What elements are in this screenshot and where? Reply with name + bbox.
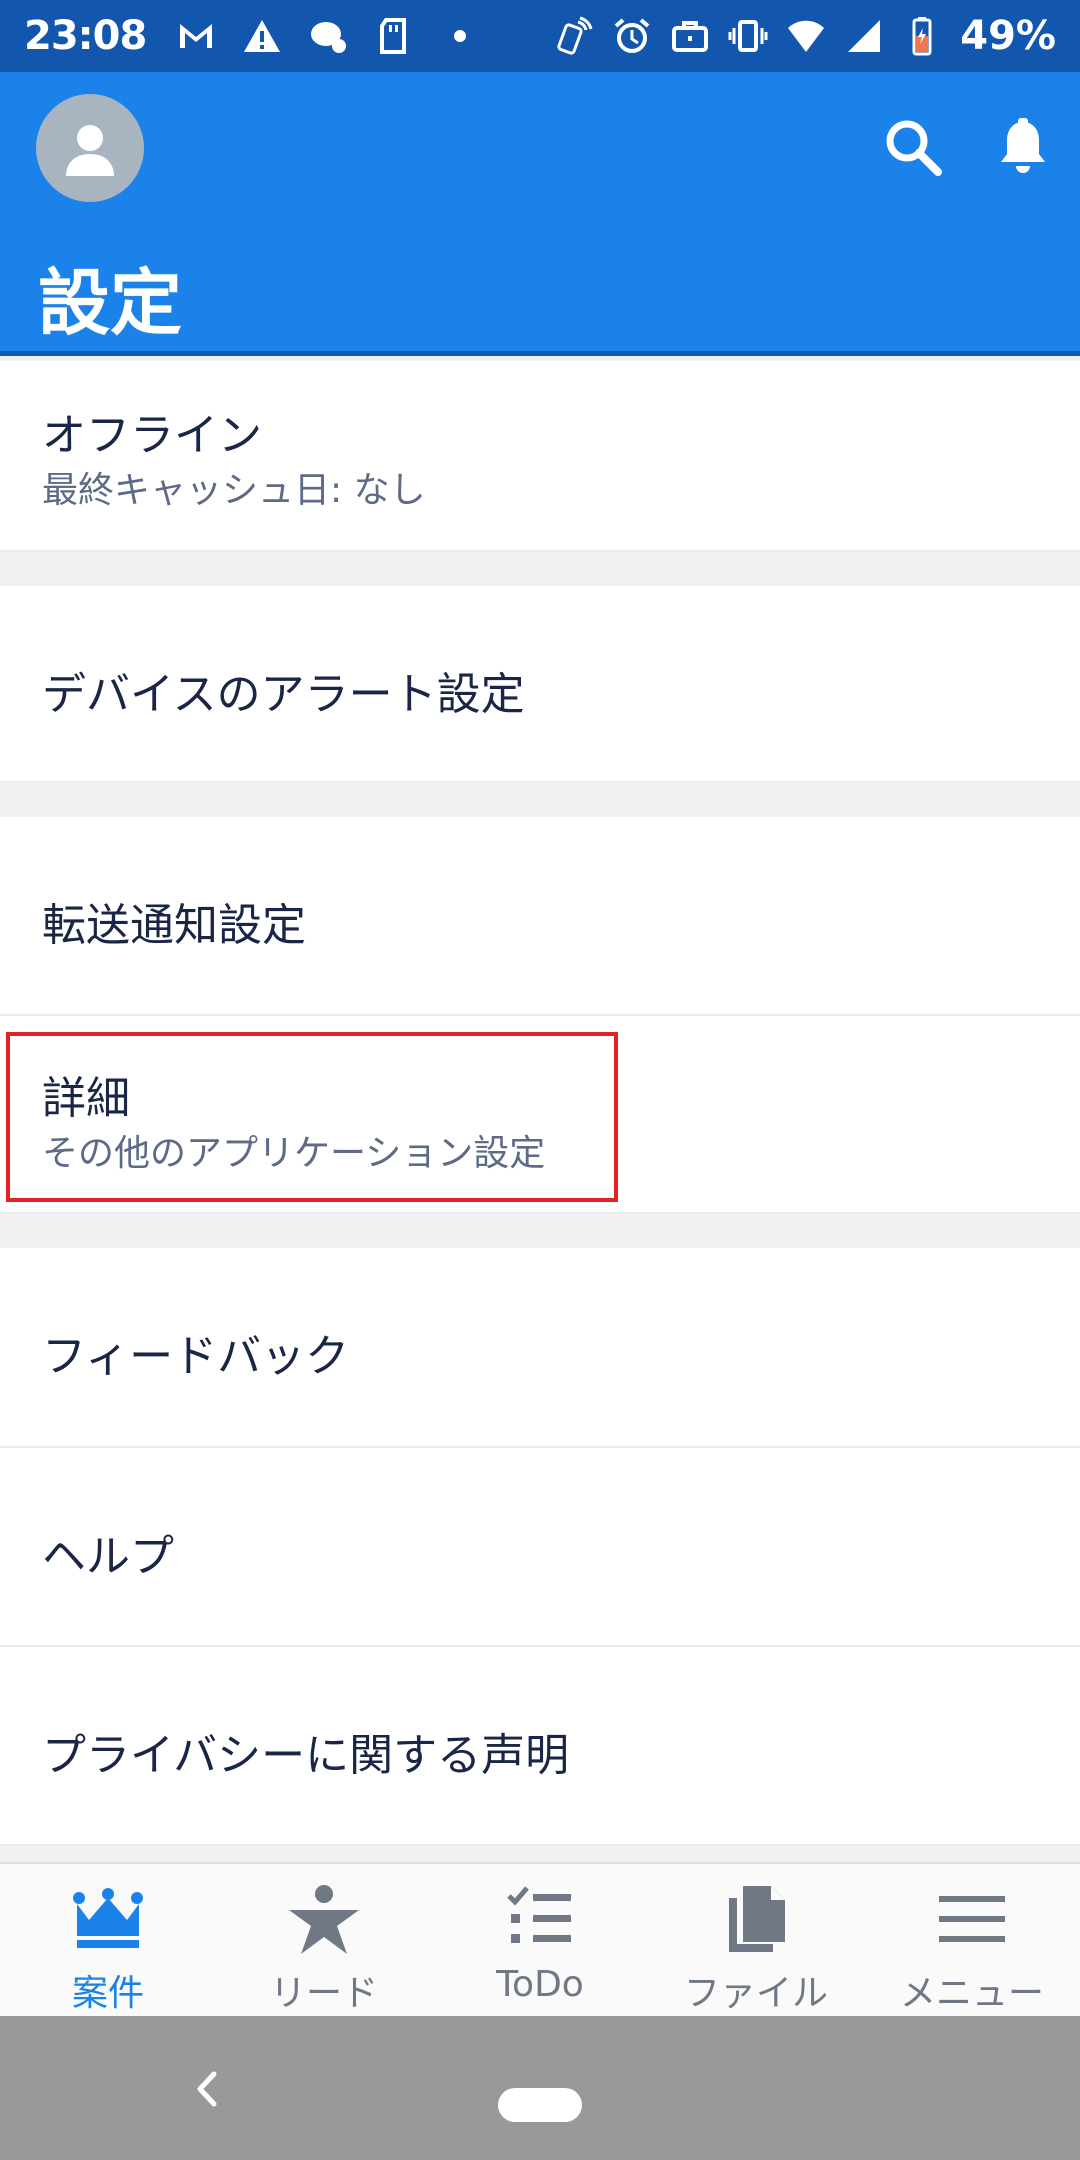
- nav-item-todo[interactable]: ToDo: [432, 1864, 648, 2016]
- setting-help[interactable]: ヘルプ: [0, 1448, 1080, 1647]
- star-person-icon: [287, 1882, 361, 1960]
- dot-icon: [440, 16, 480, 56]
- bottom-nav: 案件 リード ToDo ファイル メニュー: [0, 1862, 1080, 2016]
- search-button[interactable]: [878, 112, 948, 182]
- setting-help-title: ヘルプ: [42, 1531, 174, 1582]
- bell-icon: [1001, 118, 1045, 173]
- files-icon: [719, 1882, 793, 1960]
- search-icon: [886, 120, 942, 176]
- hamburger-icon: [935, 1882, 1009, 1960]
- nav-item-menu[interactable]: メニュー: [864, 1864, 1080, 2016]
- setting-privacy-title: プライバシーに関する声明: [42, 1730, 570, 1781]
- home-button[interactable]: [498, 2088, 582, 2122]
- wifi-icon: [786, 16, 826, 56]
- nav-item-opportunities[interactable]: 案件: [0, 1864, 216, 2016]
- signal-icon: [844, 16, 884, 56]
- setting-device-alert[interactable]: デバイスのアラート設定: [0, 586, 1080, 783]
- setting-offline-subtitle: 最終キャッシュ日: なし: [42, 470, 426, 511]
- alarm-icon: [612, 16, 652, 56]
- setting-feedback[interactable]: フィードバック: [0, 1248, 1080, 1448]
- nav-label: ToDo: [496, 1964, 584, 2005]
- page-title: 設定: [38, 261, 183, 345]
- section-divider: [0, 783, 1080, 817]
- nav-label: ファイル: [683, 1973, 828, 2014]
- setting-offline[interactable]: オフライン 最終キャッシュ日: なし: [0, 361, 1080, 552]
- crown-icon: [71, 1882, 145, 1960]
- app-header: 設定: [0, 72, 1080, 356]
- back-icon[interactable]: [186, 2064, 226, 2114]
- battery-icon: [902, 16, 942, 56]
- nav-label: 案件: [71, 1973, 144, 2014]
- checklist-icon: [503, 1882, 577, 1960]
- section-divider: [0, 552, 1080, 586]
- notifications-button[interactable]: [988, 112, 1058, 182]
- setting-device-alert-title: デバイスのアラート設定: [42, 669, 525, 720]
- setting-offline-title: オフライン: [42, 410, 262, 461]
- section-divider: [0, 1214, 1080, 1248]
- status-bar: 23:08 49%: [0, 0, 1080, 72]
- setting-privacy[interactable]: プライバシーに関する声明: [0, 1647, 1080, 1846]
- setting-forward-notify[interactable]: 転送通知設定: [0, 817, 1080, 1016]
- vibrate-icon: [728, 16, 768, 56]
- setting-forward-notify-title: 転送通知設定: [42, 900, 306, 951]
- briefcase-icon: [670, 16, 710, 56]
- nav-item-leads[interactable]: リード: [216, 1864, 432, 2016]
- nav-item-files[interactable]: ファイル: [648, 1864, 864, 2016]
- nav-label: メニュー: [899, 1973, 1044, 2014]
- battery-percent: 49%: [960, 13, 1056, 59]
- highlight-box: [6, 1032, 618, 1202]
- avatar[interactable]: [36, 94, 144, 202]
- nav-label: リード: [269, 1973, 378, 2014]
- system-status-icons: 49%: [554, 13, 1056, 59]
- warning-icon: [242, 16, 282, 56]
- sd-card-icon: [374, 16, 414, 56]
- system-nav-bar: [0, 2016, 1080, 2160]
- chat-icon: [308, 16, 348, 56]
- person-icon: [66, 125, 114, 176]
- setting-feedback-title: フィードバック: [42, 1331, 350, 1382]
- gmail-icon: [176, 16, 216, 56]
- status-time: 23:08: [24, 13, 147, 59]
- notification-icons: [176, 16, 480, 56]
- nfc-icon: [554, 16, 594, 56]
